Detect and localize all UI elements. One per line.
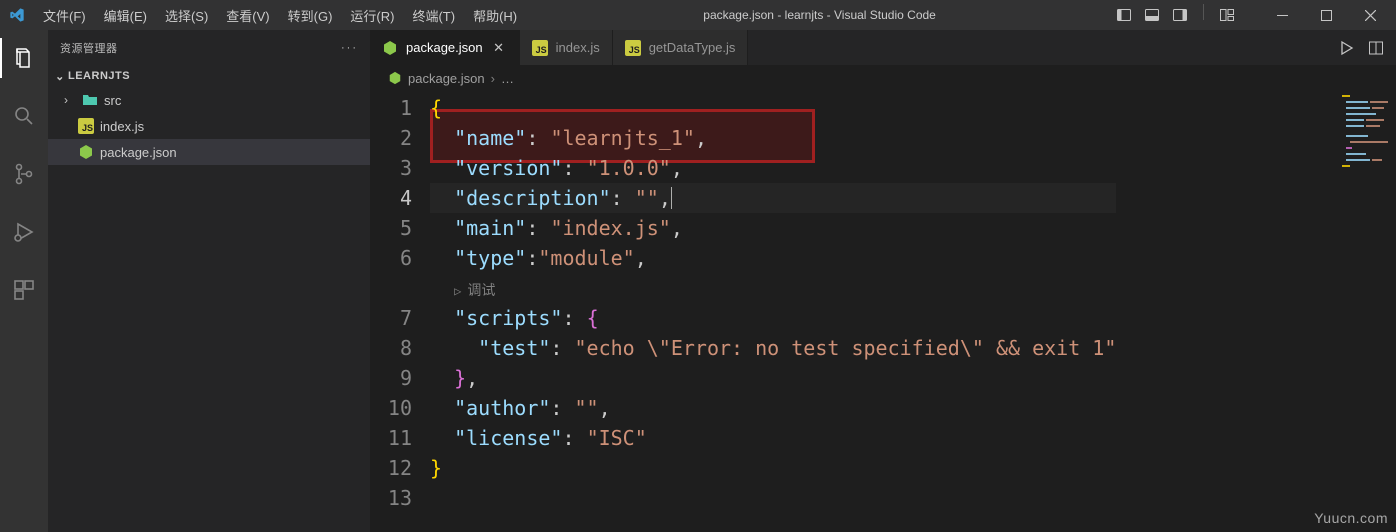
activity-bar [0, 30, 48, 532]
menu-edit[interactable]: 编辑(E) [95, 2, 156, 29]
menu-terminal[interactable]: 终端(T) [403, 2, 464, 29]
activity-source-control-icon[interactable] [0, 154, 48, 194]
line-number: 11 [370, 423, 412, 453]
activity-extensions-icon[interactable] [0, 270, 48, 310]
window-minimize-icon[interactable] [1260, 0, 1304, 30]
menu-run[interactable]: 运行(R) [341, 2, 403, 29]
nodejs-file-icon [382, 40, 398, 56]
file-tree: › src JS index.js package.json [48, 87, 370, 165]
menu-file[interactable]: 文件(F) [34, 2, 95, 29]
chevron-right-icon: › [491, 71, 495, 86]
tab-label: index.js [556, 40, 600, 55]
line-number: 3 [370, 153, 412, 183]
folder-root[interactable]: ⌄ LEARNJTS [48, 65, 370, 87]
customize-layout-icon[interactable] [1216, 4, 1238, 26]
tree-folder-src[interactable]: › src [48, 87, 370, 113]
nodejs-file-icon [78, 144, 94, 160]
text-cursor [671, 187, 672, 209]
watermark: Yuucn.com [1314, 510, 1388, 526]
line-number: 9 [370, 363, 412, 393]
window-maximize-icon[interactable] [1304, 0, 1348, 30]
line-number: 5 [370, 213, 412, 243]
line-number: 7 [370, 303, 412, 333]
line-number [370, 273, 412, 303]
breadcrumb-more: … [501, 71, 514, 86]
explorer-sidebar: 资源管理器 ··· ⌄ LEARNJTS › src JS index.js p… [48, 30, 370, 532]
close-icon[interactable]: ✕ [491, 40, 507, 56]
tab-package-json[interactable]: package.json ✕ [370, 30, 520, 65]
chevron-right-icon: › [64, 93, 76, 107]
tree-item-label: package.json [100, 145, 177, 160]
window-title: package.json - learnjts - Visual Studio … [526, 8, 1113, 22]
nodejs-file-icon [388, 71, 402, 85]
editor-tabs: package.json ✕ JS index.js JS getDataTyp… [370, 30, 1396, 65]
sidebar-title-label: 资源管理器 [60, 40, 118, 56]
folder-icon [82, 92, 98, 108]
sidebar-more-icon[interactable]: ··· [341, 42, 358, 54]
debug-codelens[interactable]: ▷调试 [454, 276, 495, 306]
tree-item-label: index.js [100, 119, 144, 134]
line-number: 12 [370, 453, 412, 483]
folder-root-label: LEARNJTS [68, 70, 130, 82]
js-file-icon: JS [625, 40, 641, 56]
line-number: 13 [370, 483, 412, 513]
split-editor-icon[interactable] [1368, 40, 1384, 56]
menu-help[interactable]: 帮助(H) [464, 2, 526, 29]
window-close-icon[interactable] [1348, 0, 1392, 30]
activity-explorer-icon[interactable] [0, 38, 48, 78]
line-number: 10 [370, 393, 412, 423]
tree-file-package-json[interactable]: package.json [48, 139, 370, 165]
js-file-icon: JS [532, 40, 548, 56]
breadcrumb[interactable]: package.json › … [370, 65, 1396, 91]
js-file-icon: JS [78, 118, 94, 134]
line-number: 8 [370, 333, 412, 363]
tab-label: getDataType.js [649, 40, 736, 55]
menu-bar: 文件(F) 编辑(E) 选择(S) 查看(V) 转到(G) 运行(R) 终端(T… [34, 2, 526, 29]
editor-area: package.json ✕ JS index.js JS getDataTyp… [370, 30, 1396, 532]
vscode-logo-icon [0, 7, 34, 23]
title-bar: 文件(F) 编辑(E) 选择(S) 查看(V) 转到(G) 运行(R) 终端(T… [0, 0, 1396, 30]
menu-go[interactable]: 转到(G) [279, 2, 342, 29]
toggle-panel-icon[interactable] [1141, 4, 1163, 26]
breadcrumb-file: package.json [408, 71, 485, 86]
code-content[interactable]: { "name": "learnjts_1", "version": "1.0.… [430, 91, 1116, 532]
line-number: 1 [370, 93, 412, 123]
line-number: 4 [370, 183, 412, 213]
line-number-gutter: 1 2 3 4 5 6 7 8 9 10 11 12 13 [370, 91, 430, 532]
separator [1203, 4, 1204, 20]
toggle-secondary-sidebar-icon[interactable] [1169, 4, 1191, 26]
chevron-down-icon: ⌄ [52, 70, 68, 83]
tab-index-js[interactable]: JS index.js [520, 30, 613, 65]
tab-label: package.json [406, 40, 483, 55]
editor-actions [1338, 30, 1396, 65]
sidebar-title: 资源管理器 ··· [48, 30, 370, 65]
menu-selection[interactable]: 选择(S) [156, 2, 217, 29]
minimap[interactable] [1338, 91, 1394, 271]
tree-file-index-js[interactable]: JS index.js [48, 113, 370, 139]
toggle-primary-sidebar-icon[interactable] [1113, 4, 1135, 26]
activity-search-icon[interactable] [0, 96, 48, 136]
code-editor[interactable]: 1 2 3 4 5 6 7 8 9 10 11 12 13 { "name": … [370, 91, 1396, 532]
run-icon[interactable] [1338, 40, 1354, 56]
activity-run-debug-icon[interactable] [0, 212, 48, 252]
line-number: 6 [370, 243, 412, 273]
line-number: 2 [370, 123, 412, 153]
workbench: 资源管理器 ··· ⌄ LEARNJTS › src JS index.js p… [0, 30, 1396, 532]
tab-getdatatype-js[interactable]: JS getDataType.js [613, 30, 749, 65]
menu-view[interactable]: 查看(V) [217, 2, 278, 29]
tree-item-label: src [104, 93, 121, 108]
